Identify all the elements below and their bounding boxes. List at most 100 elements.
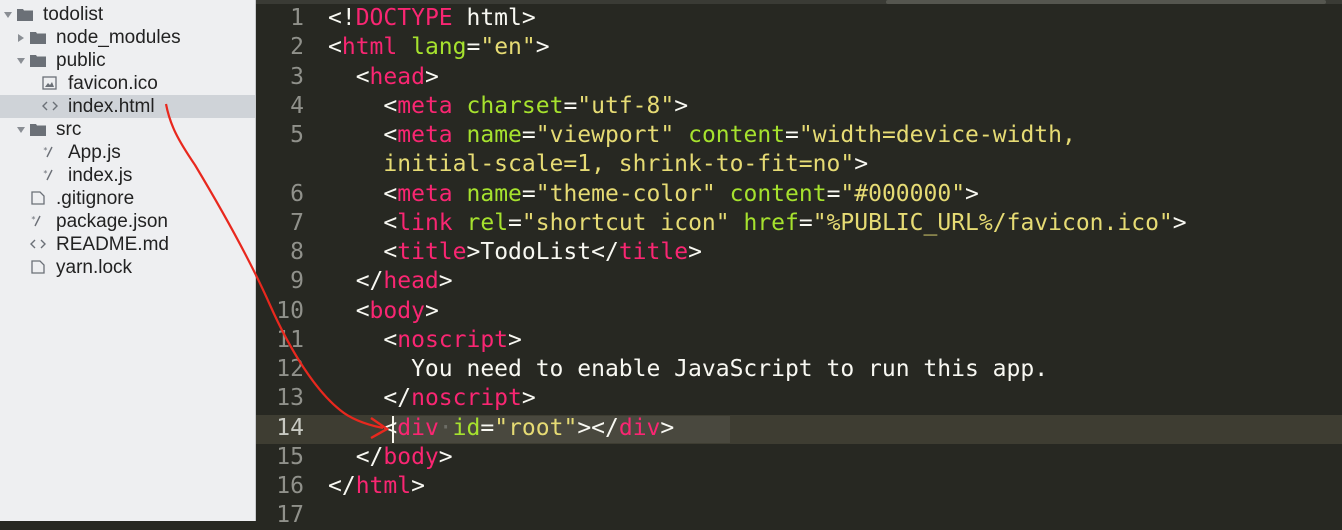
scrollbar-thumb[interactable] (886, 0, 1326, 4)
line-number: 8 (290, 239, 304, 265)
file-tree-sidebar: todolist node_modules public favicon.ico ind… (0, 0, 256, 521)
line-number: 11 (276, 326, 304, 353)
tree-item-readme-md[interactable]: README.md (0, 233, 255, 256)
code-token: "viewport" (535, 122, 675, 148)
line-number: 10 (276, 297, 304, 324)
tree-item-public[interactable]: public (0, 49, 255, 72)
code-token: You need to enable JavaScript to run thi… (328, 356, 1049, 382)
line-number: 17 (276, 502, 304, 529)
disclosure-expanded-icon[interactable] (4, 11, 12, 19)
image-file-icon (42, 76, 58, 91)
code-token: html> (452, 5, 536, 31)
script-file-icon: * (42, 168, 58, 183)
code-token: href (743, 209, 799, 236)
code-token: < (328, 239, 398, 265)
code-token: = (521, 180, 536, 207)
code-token: > (508, 326, 522, 353)
code-line[interactable]: </body> (328, 443, 453, 472)
code-token: charset (466, 92, 564, 119)
code-token: = (466, 34, 481, 61)
disclosure-collapsed-icon[interactable] (17, 34, 25, 42)
tree-item-label: favicon.ico (68, 73, 158, 94)
code-token: </ (328, 268, 384, 295)
code-token: "theme-color" (535, 180, 716, 207)
code-line[interactable]: <title>TodoList</title> (328, 238, 702, 267)
tree-item-favicon-ico[interactable]: favicon.ico (0, 72, 255, 95)
code-token: = (521, 122, 536, 148)
code-token: "en" (480, 34, 536, 61)
code-line[interactable]: </html> (328, 472, 425, 501)
code-token: > (854, 151, 869, 178)
code-line[interactable]: <html lang="en"> (328, 33, 550, 62)
line-number: 3 (290, 63, 304, 90)
code-line[interactable]: </head> (328, 267, 453, 296)
code-token: · (438, 414, 453, 441)
tree-item-app-js[interactable]: * App.js (0, 141, 255, 164)
code-token: noscript (411, 385, 522, 412)
code-line[interactable]: <link rel="shortcut icon" href="%PUBLIC_… (328, 209, 1186, 238)
folder-icon (30, 122, 46, 137)
code-editor[interactable]: 1 2 3 4 5 6 7 8 9 10 11 12 13 14 15 16 17 <!DOCTYPE html… (256, 0, 1342, 528)
tree-item-index-html[interactable]: index.html (0, 95, 255, 118)
tree-item-package-json[interactable]: * package.json (0, 210, 255, 233)
code-token: title (618, 239, 689, 265)
code-token: = (785, 122, 799, 148)
tree-item-todolist[interactable]: todolist (0, 3, 255, 26)
code-line[interactable]: <body> (328, 297, 439, 326)
code-token: < (328, 326, 398, 353)
line-number: 5 (290, 122, 304, 148)
markup-file-icon (42, 99, 58, 114)
code-line[interactable]: initial-scale=1, shrink-to-fit=no"> (328, 150, 868, 179)
disclosure-expanded-icon[interactable] (17, 126, 25, 134)
code-token: > (424, 63, 439, 90)
tree-item-src[interactable]: src (0, 118, 255, 141)
code-line[interactable]: You need to enable JavaScript to run thi… (328, 355, 1048, 384)
code-token: "width=device-width, (798, 122, 1076, 148)
code-token: initial-scale=1, shrink-to-fit=no" (328, 151, 855, 178)
code-token: > (688, 239, 702, 265)
code-line[interactable]: <meta charset="utf-8"> (328, 92, 688, 121)
line-number: 16 (276, 473, 304, 499)
code-token: "root" (494, 414, 578, 441)
tree-item-node-modules[interactable]: node_modules (0, 26, 255, 49)
disclosure-expanded-icon[interactable] (17, 57, 25, 65)
code-line[interactable]: <noscript> (328, 326, 522, 355)
code-token: > (438, 443, 453, 470)
document-file-icon (30, 260, 46, 275)
code-token: < (328, 34, 342, 61)
code-line[interactable]: <meta name="theme-color" content="#00000… (328, 180, 979, 209)
script-file-icon: * (42, 145, 58, 160)
tree-item-label: yarn.lock (56, 257, 133, 278)
code-line[interactable]: </noscript> (328, 384, 536, 413)
tree-item-index-js[interactable]: * index.js (0, 164, 255, 187)
code-line[interactable]: <div·id="root"></div> (328, 414, 674, 443)
tree-item-label: public (56, 50, 106, 71)
code-token: div (397, 414, 439, 441)
line-number: 4 (290, 92, 304, 119)
line-number: 15 (276, 443, 304, 470)
tree-item-label: package.json (56, 211, 168, 232)
tree-item-yarn-lock[interactable]: yarn.lock (0, 256, 255, 279)
svg-text:*: * (31, 215, 36, 224)
line-number: 6 (290, 180, 304, 207)
code-token: ></ (577, 414, 619, 441)
code-line[interactable]: <meta name="viewport" content="width=dev… (328, 121, 1076, 150)
tree-item-gitignore[interactable]: .gitignore (0, 187, 255, 210)
code-token: body (369, 297, 425, 324)
code-line[interactable]: <!DOCTYPE html> (328, 4, 536, 33)
code-token: head (369, 63, 425, 90)
code-token: > (674, 92, 689, 119)
line-number: 9 (290, 268, 304, 295)
line-number: 14 (276, 414, 304, 441)
tree-item-label: src (56, 119, 82, 140)
code-token: link (397, 209, 453, 236)
code-line[interactable]: <head> (328, 63, 439, 92)
code-token: name (466, 180, 522, 207)
text-cursor (392, 416, 394, 443)
folder-icon (30, 30, 46, 45)
code-token: > (521, 385, 536, 412)
code-token: html (341, 34, 398, 61)
